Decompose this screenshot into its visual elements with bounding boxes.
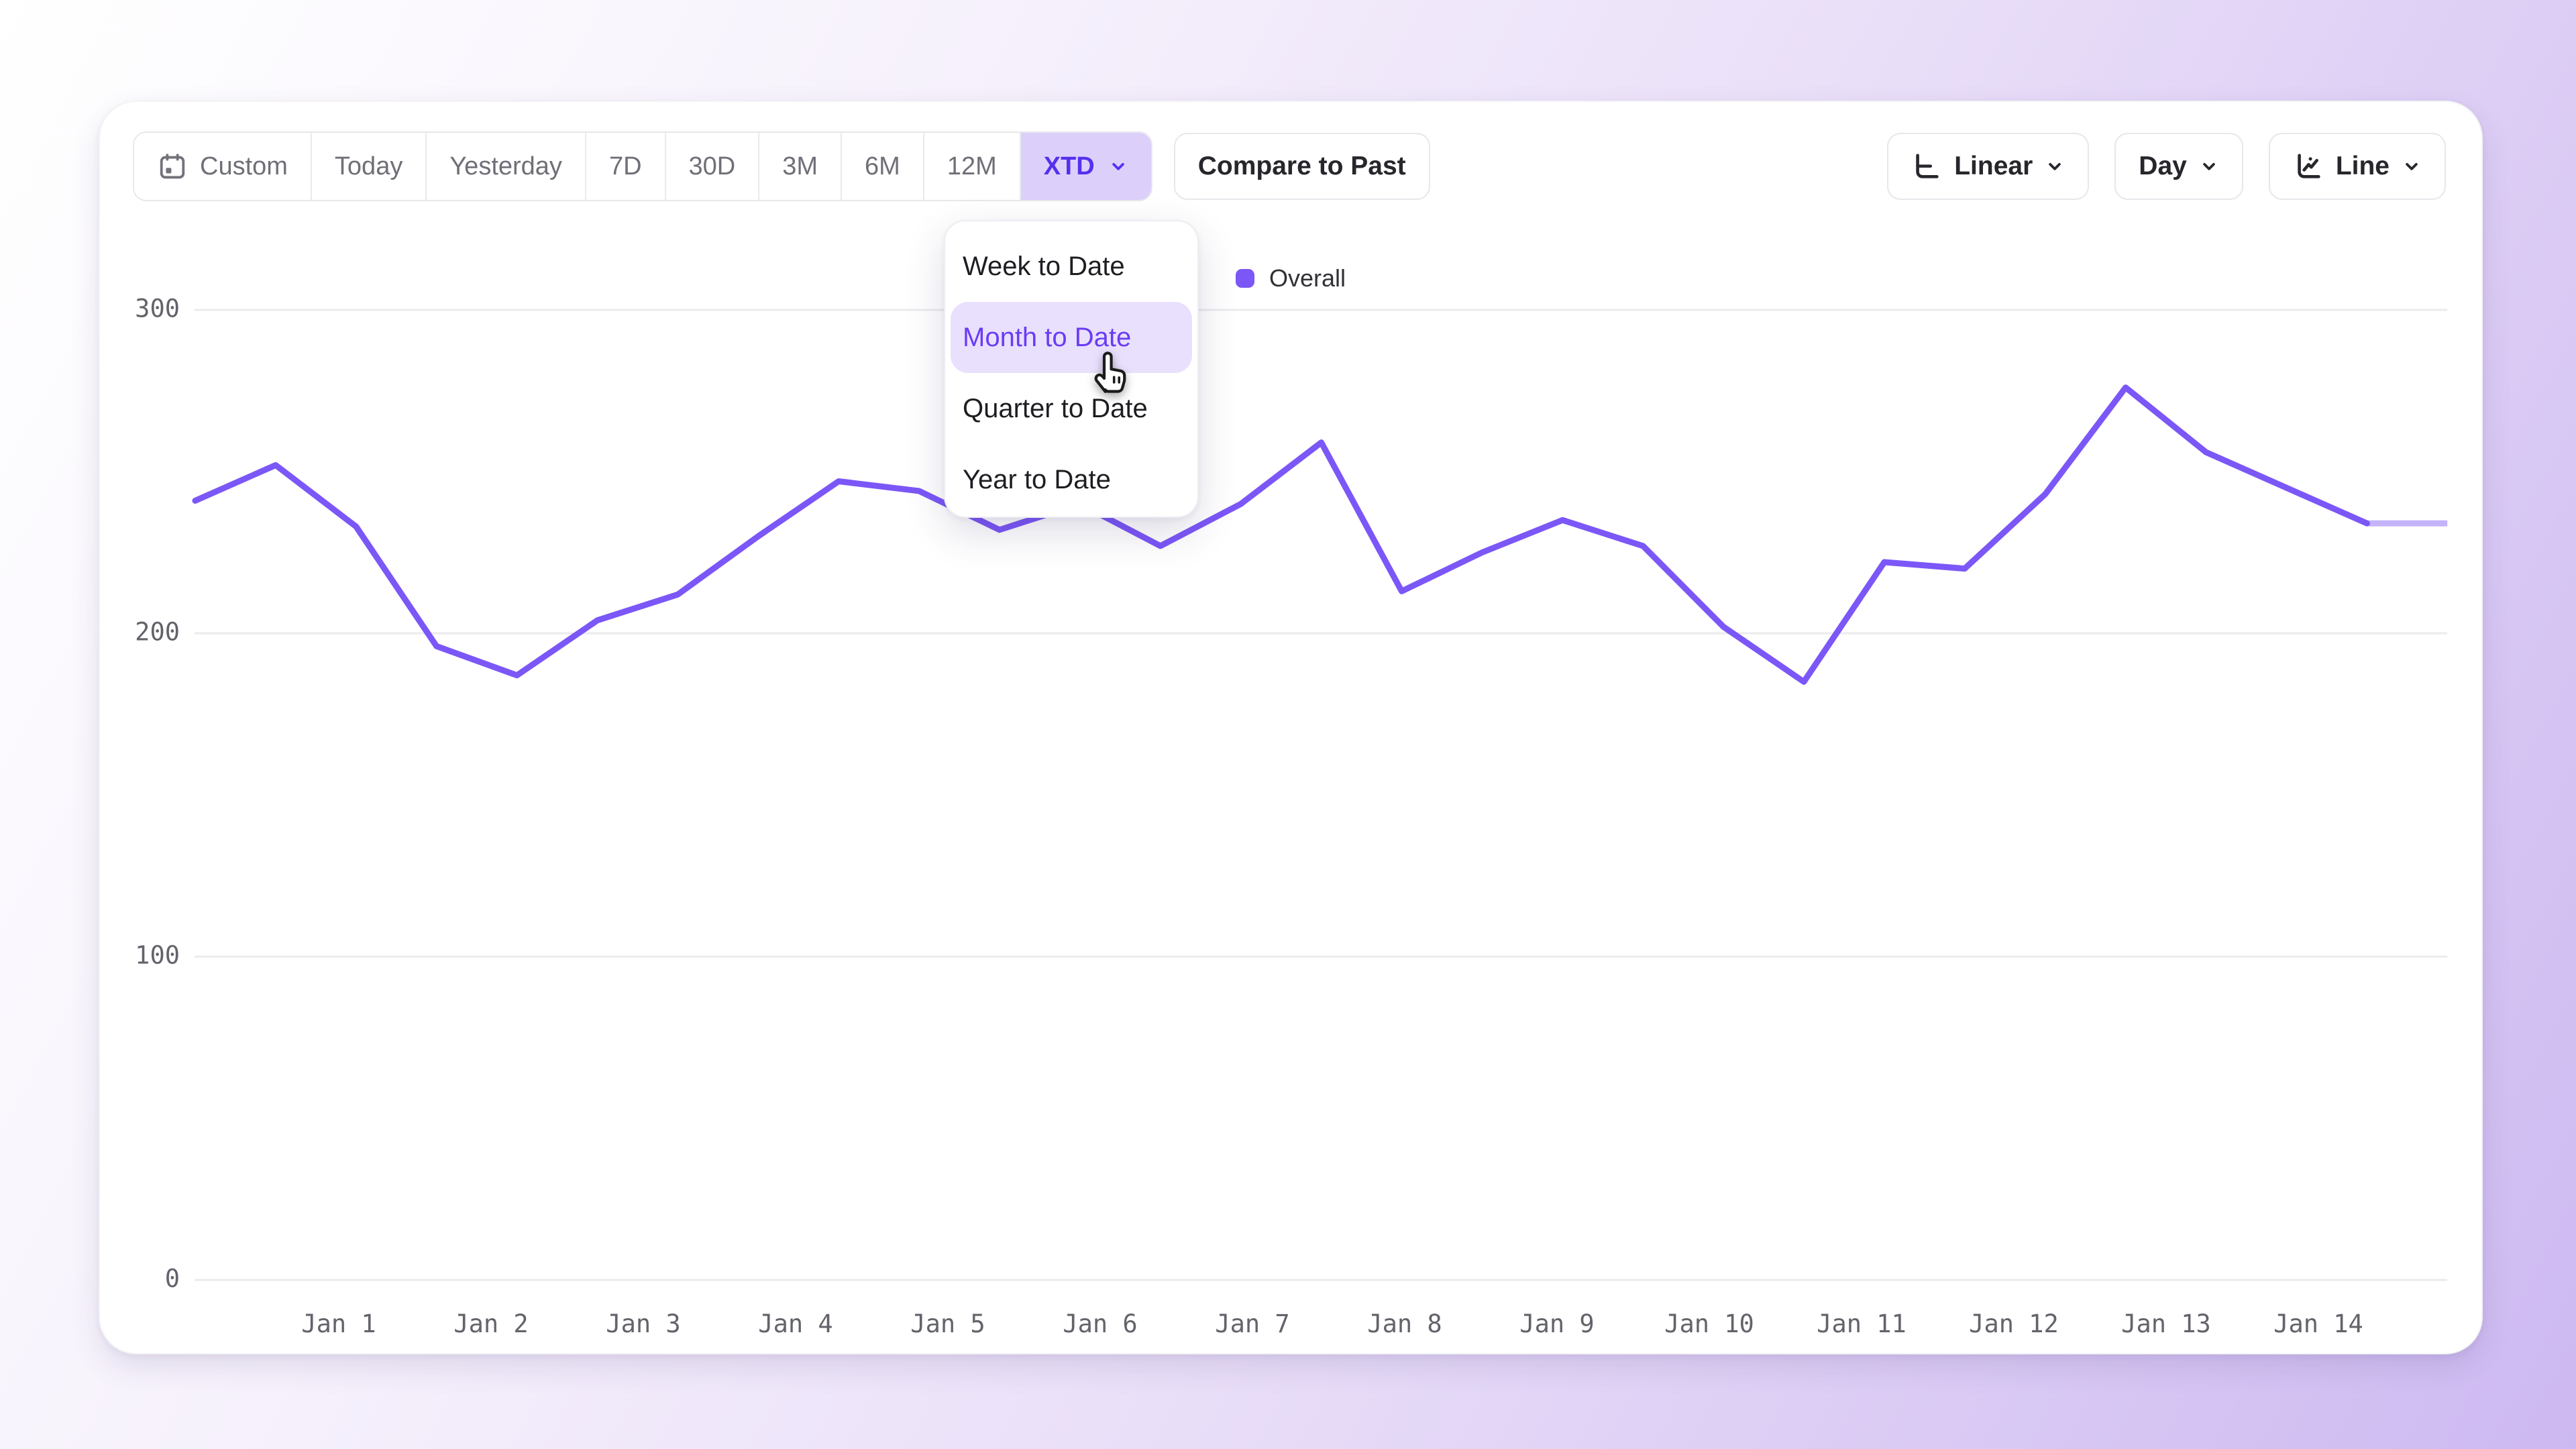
dropdown-item-year-to-date[interactable]: Year to Date <box>951 444 1192 515</box>
dropdown-item-week-to-date[interactable]: Week to Date <box>951 231 1192 302</box>
scale-select-button[interactable]: Linear <box>1887 133 2089 200</box>
chart-type-select-button[interactable]: Line <box>2269 133 2446 200</box>
legend-label: Overall <box>1269 264 1346 292</box>
toolbar: Custom Today Yesterday 7D 30D 3M 6M 12M XTD Comp… <box>133 131 2446 201</box>
range-button-3m[interactable]: 3M <box>759 133 842 200</box>
range-button-label: 12M <box>947 152 997 181</box>
interval-select-button[interactable]: Day <box>2114 133 2243 200</box>
dropdown-item-month-to-date[interactable]: Month to Date <box>951 302 1192 373</box>
line-chart-icon <box>2293 151 2324 182</box>
range-button-label: Custom <box>200 152 288 181</box>
range-button-label: 7D <box>609 152 642 181</box>
range-button-label: 6M <box>865 152 900 181</box>
chevron-down-icon <box>2402 156 2422 176</box>
range-button-6m[interactable]: 6M <box>842 133 924 200</box>
page-background: Custom Today Yesterday 7D 30D 3M 6M 12M XTD Comp… <box>0 0 2576 1449</box>
chevron-down-icon <box>2199 156 2219 176</box>
chart-type-select-label: Line <box>2336 152 2390 181</box>
chevron-down-icon <box>2045 156 2065 176</box>
mouse-cursor-pointer <box>1088 346 1136 398</box>
range-button-7d[interactable]: 7D <box>586 133 666 200</box>
range-button-label: 30D <box>689 152 736 181</box>
chevron-down-icon <box>1108 156 1128 176</box>
range-button-xtd[interactable]: XTD <box>1021 133 1151 200</box>
range-button-label: XTD <box>1044 152 1095 181</box>
date-range-segmented-control: Custom Today Yesterday 7D 30D 3M 6M 12M XTD <box>133 131 1152 201</box>
range-dropdown-menu: Week to DateMonth to DateQuarter to Date… <box>944 220 1199 518</box>
scale-select-label: Linear <box>1954 152 2033 181</box>
range-button-12m[interactable]: 12M <box>924 133 1021 200</box>
chart-card: Custom Today Yesterday 7D 30D 3M 6M 12M XTD Comp… <box>99 101 2483 1354</box>
range-button-label: 3M <box>782 152 818 181</box>
legend: Overall <box>1236 264 1346 292</box>
range-button-today[interactable]: Today <box>312 133 427 200</box>
compare-to-past-button[interactable]: Compare to Past <box>1174 133 1430 200</box>
linear-scale-icon <box>1911 151 1942 182</box>
interval-select-label: Day <box>2139 152 2187 181</box>
range-button-label: Yesterday <box>449 152 562 181</box>
legend-swatch <box>1236 269 1254 288</box>
dropdown-item-quarter-to-date[interactable]: Quarter to Date <box>951 373 1192 444</box>
range-button-yesterday[interactable]: Yesterday <box>427 133 586 200</box>
range-button-custom[interactable]: Custom <box>134 133 312 200</box>
calendar-icon <box>157 151 188 182</box>
range-button-label: Today <box>335 152 402 181</box>
chart-options-group: Linear Day Line <box>1887 133 2446 200</box>
range-button-30d[interactable]: 30D <box>666 133 760 200</box>
